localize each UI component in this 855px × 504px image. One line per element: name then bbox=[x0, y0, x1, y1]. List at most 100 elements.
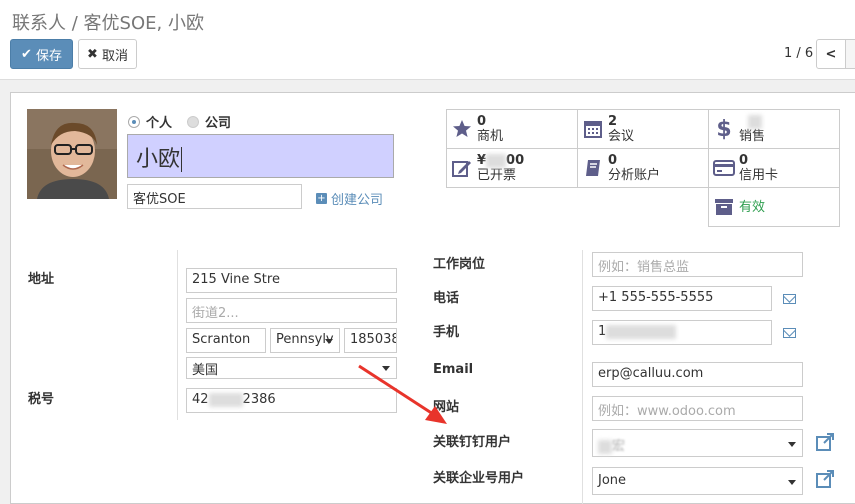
credit-card-icon bbox=[709, 159, 739, 177]
stat-opportunities-button[interactable]: 0 商机 bbox=[446, 109, 578, 149]
cancel-button[interactable]: ✖ 取消 bbox=[78, 39, 137, 69]
right-separator bbox=[582, 250, 583, 504]
phone-label: 电话 bbox=[433, 291, 460, 306]
radio-person-dot[interactable] bbox=[128, 115, 140, 128]
radio-company[interactable]: 公司 bbox=[187, 112, 231, 131]
breadcrumb-current: 客优SOE, 小欧 bbox=[83, 13, 204, 34]
company-value: 客优SOE bbox=[133, 192, 186, 207]
breadcrumb-separator: / bbox=[71, 13, 78, 34]
dingtalk-value-tail: 宏 bbox=[612, 439, 626, 454]
street2-placeholder: 街道2... bbox=[192, 306, 239, 321]
tax-value-head: 42 bbox=[192, 392, 209, 407]
pager-prev-button[interactable]: < bbox=[816, 39, 846, 69]
zip-value: 185038 bbox=[350, 332, 397, 347]
street2-input[interactable]: 街道2... bbox=[186, 298, 397, 323]
wechat-work-select[interactable]: Jone bbox=[592, 467, 803, 495]
country-value: 美国 bbox=[192, 363, 219, 378]
stat-buttons: 0商机 2会议 $ ¥销售 ¥00已开票 0分析账户 0信用卡 有效 bbox=[446, 109, 840, 227]
breadcrumb-parent[interactable]: 联系人 bbox=[12, 13, 66, 34]
pager-next-button[interactable] bbox=[845, 39, 855, 69]
stat-meetings-label: 会议 bbox=[608, 129, 635, 144]
mobile-value-head: 1 bbox=[598, 324, 607, 339]
stat-sales-label: 销售 bbox=[739, 129, 766, 144]
avatar[interactable] bbox=[27, 109, 117, 199]
zip-input[interactable]: 185038 bbox=[344, 328, 397, 353]
stat-credit-card-count: 0 bbox=[739, 153, 749, 168]
annotation-arrow bbox=[358, 364, 447, 424]
stat-invoiced-label: 已开票 bbox=[477, 168, 517, 183]
radio-person[interactable]: 个人 bbox=[128, 112, 172, 131]
stat-credit-card-label: 信用卡 bbox=[739, 168, 779, 183]
stat-invoiced-button[interactable]: ¥00 已开票 bbox=[446, 148, 578, 188]
stat-opportunities-label: 商机 bbox=[477, 129, 504, 144]
caret-down-icon bbox=[325, 339, 333, 344]
caret-down-icon bbox=[788, 442, 796, 447]
sms-envelope-icon[interactable] bbox=[783, 294, 796, 304]
dingtalk-select[interactable]: 宏 bbox=[592, 429, 803, 457]
control-panel: 联系人 / 客优SOE, 小欧 ✔ 保存 ✖ 取消 1 / 6 < bbox=[0, 0, 855, 80]
close-icon: ✖ bbox=[87, 46, 98, 62]
stat-meetings-count: 2 bbox=[608, 114, 618, 129]
mobile-input[interactable]: 1 bbox=[592, 320, 772, 345]
website-placeholder: 例如：www.odoo.com bbox=[598, 404, 736, 419]
stat-active-button[interactable]: 有效 bbox=[708, 187, 840, 227]
radio-company-label: 公司 bbox=[205, 116, 232, 131]
stat-active-label: 有效 bbox=[739, 199, 766, 215]
address-separator bbox=[177, 250, 178, 420]
mobile-label: 手机 bbox=[433, 325, 460, 340]
external-link-icon[interactable] bbox=[816, 433, 834, 451]
stat-analytic-accounts-button[interactable]: 0 分析账户 bbox=[577, 148, 709, 188]
email-input[interactable]: erp@calluu.com bbox=[592, 362, 803, 387]
stat-invoiced-tail: 00 bbox=[506, 153, 525, 168]
job-placeholder: 例如：销售总监 bbox=[598, 260, 690, 275]
cancel-label: 取消 bbox=[101, 48, 128, 64]
avatar-photo bbox=[27, 109, 117, 199]
stat-credit-card-button[interactable]: 0 信用卡 bbox=[708, 148, 840, 188]
stat-invoiced-currency: ¥ bbox=[477, 153, 487, 168]
save-button[interactable]: ✔ 保存 bbox=[10, 39, 73, 69]
job-label: 工作岗位 bbox=[433, 257, 486, 272]
archive-icon bbox=[709, 198, 739, 216]
street-value: 215 Vine Stre bbox=[192, 272, 280, 287]
wechat-work-value: Jone bbox=[598, 473, 627, 488]
wechat-work-label: 关联企业号用户 bbox=[433, 471, 525, 486]
check-icon: ✔ bbox=[21, 46, 32, 62]
website-input[interactable]: 例如：www.odoo.com bbox=[592, 396, 803, 421]
name-value: 小欧 bbox=[136, 147, 181, 172]
sms-envelope-icon[interactable] bbox=[783, 328, 796, 338]
stat-analytic-count: 0 bbox=[608, 153, 618, 168]
star-icon bbox=[447, 119, 477, 139]
address-label: 地址 bbox=[28, 272, 55, 287]
tax-value-tail: 2386 bbox=[242, 392, 276, 407]
name-input[interactable]: 小欧 bbox=[127, 134, 394, 178]
breadcrumb: 联系人 / 客优SOE, 小欧 bbox=[12, 9, 204, 35]
city-value: Scranton bbox=[192, 332, 251, 347]
dingtalk-label: 关联钉钉用户 bbox=[433, 435, 512, 450]
phone-input[interactable]: +1 555-555-5555 bbox=[592, 286, 772, 311]
radio-person-label: 个人 bbox=[146, 116, 173, 131]
save-label: 保存 bbox=[35, 48, 62, 64]
radio-company-dot[interactable] bbox=[187, 115, 199, 128]
street-input[interactable]: 215 Vine Stre bbox=[186, 268, 397, 293]
external-link-icon[interactable] bbox=[816, 470, 834, 488]
company-input[interactable]: 客优SOE bbox=[127, 184, 302, 209]
stat-analytic-label: 分析账户 bbox=[608, 168, 661, 183]
state-select[interactable]: Pennsylv bbox=[270, 328, 340, 353]
pager-value: 1 / 6 bbox=[784, 46, 814, 61]
book-icon bbox=[578, 158, 608, 178]
caret-down-icon bbox=[788, 480, 796, 485]
tax-label: 税号 bbox=[28, 392, 55, 407]
create-company-link[interactable]: + 创建公司 bbox=[316, 189, 383, 208]
email-value: erp@calluu.com bbox=[598, 366, 704, 381]
chevron-left-icon: < bbox=[825, 46, 837, 62]
stat-opportunities-count: 0 bbox=[477, 114, 487, 129]
calendar-icon bbox=[578, 119, 608, 139]
plus-square-icon: + bbox=[316, 193, 327, 204]
stat-meetings-button[interactable]: 2 会议 bbox=[577, 109, 709, 149]
stat-sales-button[interactable]: $ ¥销售 bbox=[708, 109, 840, 149]
city-input[interactable]: Scranton bbox=[186, 328, 266, 353]
job-input[interactable]: 例如：销售总监 bbox=[592, 252, 803, 277]
phone-value: +1 555-555-5555 bbox=[598, 290, 714, 305]
dollar-icon: $ bbox=[716, 116, 732, 142]
invoice-edit-icon bbox=[447, 158, 477, 178]
